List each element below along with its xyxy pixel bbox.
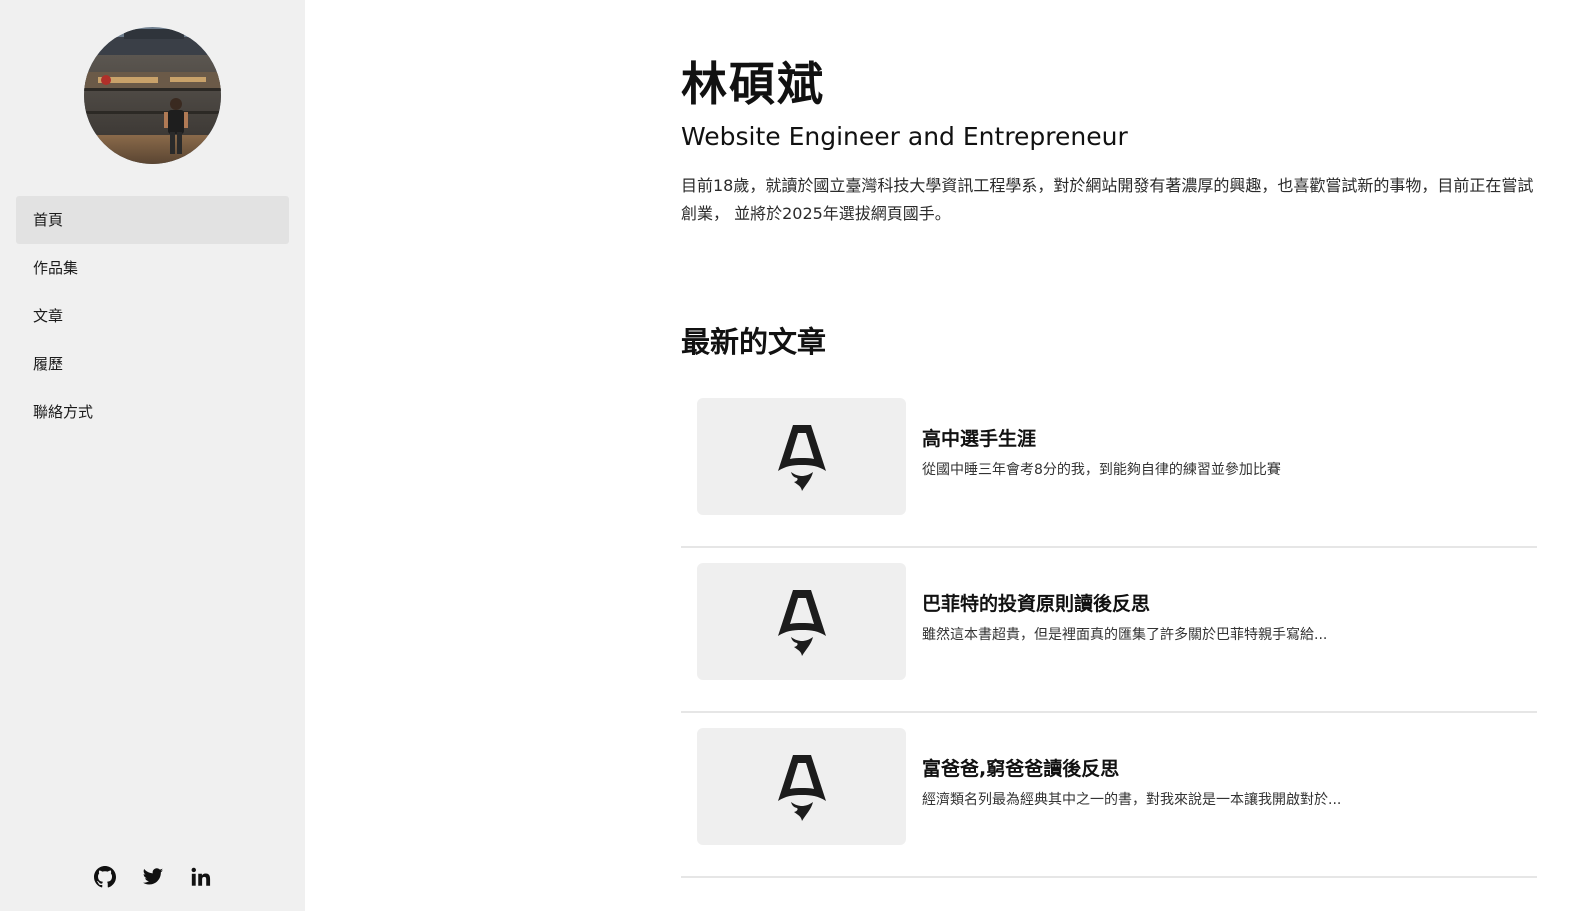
astro-rocket-icon [777, 589, 826, 656]
sidebar: 首頁 作品集 文章 履歷 聯絡方式 [0, 0, 305, 911]
page-title: 林碩斌 [681, 57, 825, 111]
github-icon[interactable] [93, 866, 116, 888]
article-card[interactable]: 高中選手生涯 從國中睡三年會考8分的我，到能夠自律的練習並參加比賽 [681, 383, 1537, 548]
article-list: 高中選手生涯 從國中睡三年會考8分的我，到能夠自律的練習並參加比賽 巴菲特的投資… [681, 383, 1537, 878]
article-excerpt: 雖然這本書超貴，但是裡面真的匯集了許多關於巴菲特親手寫給... [922, 627, 1328, 643]
app-root: 首頁 作品集 文章 履歷 聯絡方式 林碩斌 Website Engineer a… [0, 0, 1582, 911]
article-card[interactable]: 富爸爸,窮爸爸讀後反思 經濟類名列最為經典其中之一的書，對我來說是一本讓我開啟對… [681, 713, 1537, 878]
article-title[interactable]: 巴菲特的投資原則讀後反思 [922, 591, 1150, 617]
article-card[interactable]: 巴菲特的投資原則讀後反思 雖然這本書超貴，但是裡面真的匯集了許多關於巴菲特親手寫… [681, 548, 1537, 713]
linkedin-icon[interactable] [190, 866, 212, 888]
nav-item-resume[interactable]: 履歷 [16, 340, 289, 388]
bio-text: 目前18歲，就讀於國立臺灣科技大學資訊工程學系，對於網站開發有著濃厚的興趣，也喜… [681, 176, 1534, 223]
nav-item-articles[interactable]: 文章 [16, 292, 289, 340]
astro-rocket-icon [777, 754, 826, 821]
article-thumbnail [697, 563, 906, 680]
avatar-photo [84, 27, 221, 164]
nav-item-portfolio[interactable]: 作品集 [16, 244, 289, 292]
astro-rocket-icon [777, 424, 826, 491]
sidebar-nav: 首頁 作品集 文章 履歷 聯絡方式 [16, 196, 289, 436]
article-excerpt: 經濟類名列最為經典其中之一的書，對我來說是一本讓我開啟對於... [922, 792, 1342, 808]
latest-articles-heading: 最新的文章 [681, 325, 827, 359]
article-title[interactable]: 高中選手生涯 [922, 426, 1036, 452]
twitter-icon[interactable] [142, 866, 164, 888]
article-thumbnail [697, 728, 906, 845]
social-links [0, 866, 305, 888]
nav-item-contact[interactable]: 聯絡方式 [16, 388, 289, 436]
avatar [84, 27, 221, 164]
article-title[interactable]: 富爸爸,窮爸爸讀後反思 [922, 756, 1119, 782]
nav-item-home[interactable]: 首頁 [16, 196, 289, 244]
article-thumbnail [697, 398, 906, 515]
page-subtitle: Website Engineer and Entrepreneur [681, 122, 1128, 151]
article-excerpt: 從國中睡三年會考8分的我，到能夠自律的練習並參加比賽 [922, 462, 1281, 478]
